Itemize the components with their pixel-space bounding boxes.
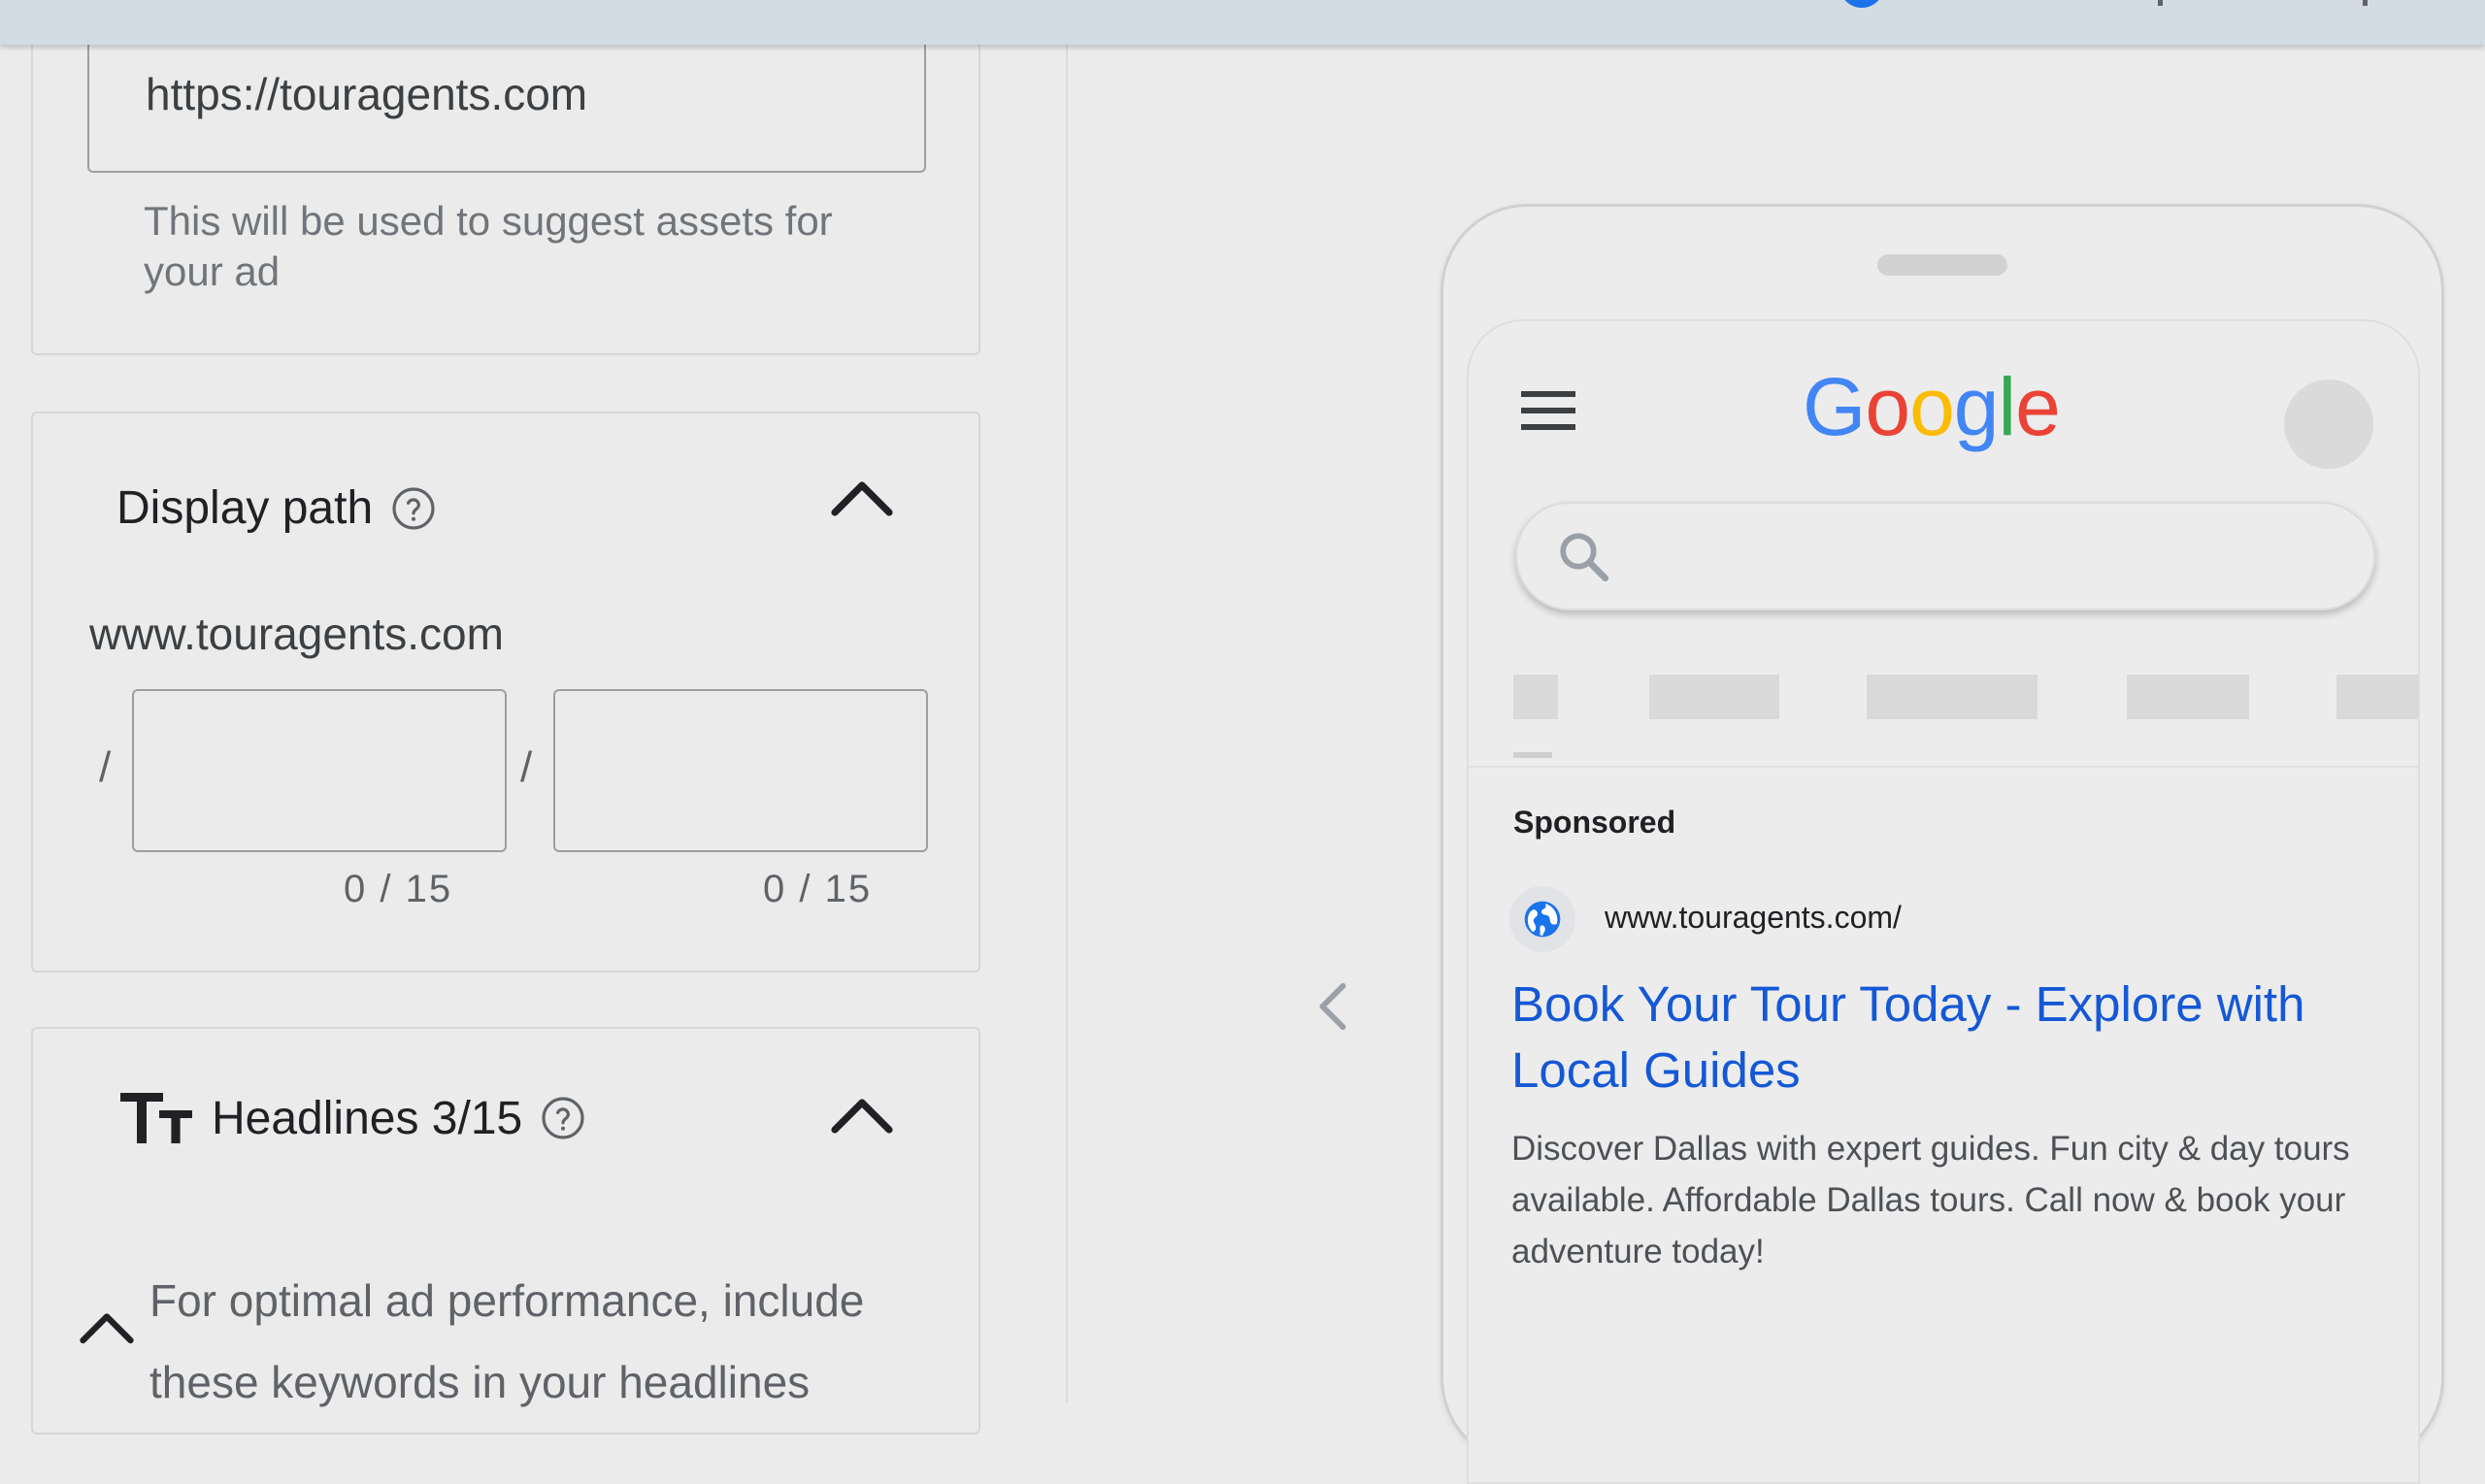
path1-input[interactable] <box>132 689 507 852</box>
mobile-ad-preview: Google Sponsored www.touragents.com/ Boo… <box>1441 204 2444 1484</box>
tab-divider <box>1469 766 2418 768</box>
path-separator: / <box>520 743 533 791</box>
display-path-header: Display path <box>116 481 437 535</box>
keyword-collapse-chevron-icon[interactable] <box>78 1306 136 1347</box>
headlines-title: Headlines 3/15 <box>212 1092 523 1144</box>
tab-placeholder <box>1649 675 1779 719</box>
search-icon <box>1560 533 1609 582</box>
headlines-header: Headlines 3/15 <box>120 1089 586 1147</box>
final-url-card: https://touragents.com This will be used… <box>31 0 980 355</box>
phone-screen: Google Sponsored www.touragents.com/ Boo… <box>1467 319 2420 1484</box>
final-url-help-text: This will be used to suggest assets for … <box>144 198 833 294</box>
tab-placeholder <box>1513 675 1558 719</box>
browser-top-strip <box>0 0 2485 45</box>
avatar <box>2284 379 2373 469</box>
display-path-title: Display path <box>116 482 374 534</box>
favicon <box>1509 886 1575 952</box>
active-tab-indicator <box>1513 752 1552 758</box>
toolbar-tick <box>2158 0 2163 6</box>
display-path-base-url: www.touragents.com <box>89 609 504 659</box>
google-logo: Google <box>1803 361 2061 452</box>
help-circle-icon[interactable] <box>540 1095 586 1141</box>
tab-placeholder <box>1867 675 2038 719</box>
path2-counter: 0 / 15 <box>763 868 873 910</box>
path2-input[interactable] <box>553 689 928 852</box>
display-path-card: Display path www.touragents.com / 0 / 15… <box>31 412 980 973</box>
path1-counter: 0 / 15 <box>344 868 453 910</box>
ad-display-url[interactable]: www.touragents.com/ <box>1605 900 1902 936</box>
text-format-icon <box>120 1093 192 1143</box>
sponsored-label: Sponsored <box>1513 805 1676 840</box>
tab-placeholder <box>2336 675 2418 719</box>
ad-editor-panel: https://touragents.com This will be used… <box>0 0 1068 1435</box>
toolbar-tick <box>2363 0 2368 6</box>
tab-placeholder <box>2127 675 2249 719</box>
phone-speaker <box>1877 254 2007 276</box>
chevron-up-icon[interactable] <box>829 1091 895 1138</box>
final-url-value: https://touragents.com <box>146 69 588 119</box>
headlines-card: Headlines 3/15 For optimal ad performanc… <box>31 1027 980 1435</box>
profile-indicator[interactable] <box>1839 0 1884 8</box>
chevron-left-icon[interactable] <box>1312 980 1351 1033</box>
path-separator: / <box>99 743 112 791</box>
keyword-suggestion-note: For optimal ad performance, include thes… <box>149 1275 865 1407</box>
chevron-up-icon[interactable] <box>829 474 895 520</box>
hamburger-menu-icon <box>1521 391 1575 430</box>
globe-icon <box>1524 901 1561 938</box>
help-circle-icon[interactable] <box>390 485 437 532</box>
ad-description: Discover Dallas with expert guides. Fun … <box>1511 1130 2350 1270</box>
preview-search-bar <box>1515 502 2375 610</box>
ad-headline-link[interactable]: Book Your Tour Today - Explore with Loca… <box>1511 972 2385 1104</box>
